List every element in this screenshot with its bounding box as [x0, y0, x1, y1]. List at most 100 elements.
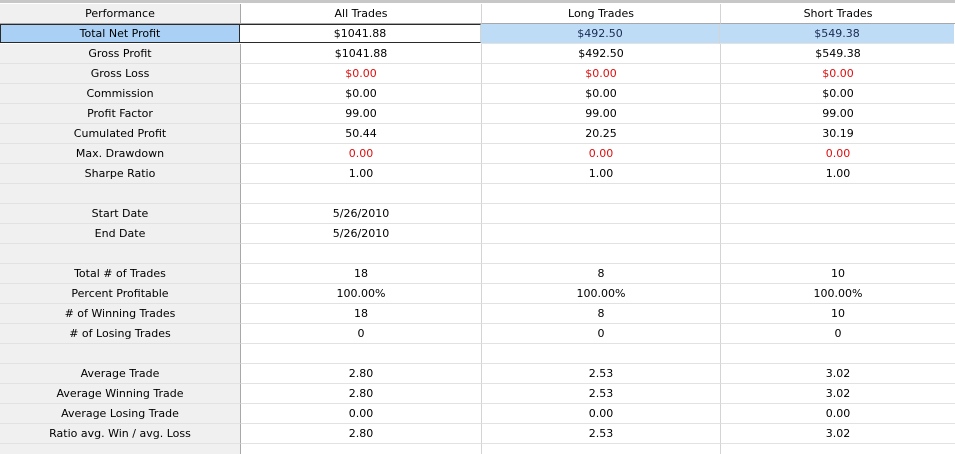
long-trades-cell[interactable]: 8	[482, 304, 721, 324]
row-label[interactable]: Percent Profitable	[0, 284, 241, 304]
all-trades-cell[interactable]: 18	[241, 264, 482, 284]
table-row[interactable]: Start Date 5/26/2010	[0, 204, 955, 224]
all-trades-cell[interactable]: $0.00	[241, 64, 482, 84]
all-trades-cell[interactable]: 5/26/2010	[241, 224, 482, 244]
table-row[interactable]: Sharpe Ratio 1.00 1.00 1.00	[0, 164, 955, 184]
short-trades-cell[interactable]: $549.38	[720, 24, 954, 44]
long-trades-cell[interactable]	[482, 184, 721, 204]
long-trades-cell[interactable]: 99.00	[482, 104, 721, 124]
short-trades-cell[interactable]: $549.38	[721, 44, 955, 64]
short-trades-cell[interactable]	[721, 344, 955, 364]
table-row[interactable]: Commission $0.00 $0.00 $0.00	[0, 84, 955, 104]
short-trades-cell[interactable]	[721, 204, 955, 224]
short-trades-cell[interactable]: 0.00	[721, 144, 955, 164]
all-trades-cell[interactable]: 2.80	[241, 424, 482, 444]
all-trades-cell[interactable]: 2.80	[241, 364, 482, 384]
row-label[interactable]: Gross Loss	[0, 64, 241, 84]
table-row[interactable]: Total Net Profit $1041.88 $492.50 $549.38	[0, 24, 955, 44]
all-trades-cell[interactable]	[241, 184, 482, 204]
all-trades-cell[interactable]: 2.80	[241, 384, 482, 404]
table-row[interactable]: Percent Profitable 100.00% 100.00% 100.00%	[0, 284, 955, 304]
short-trades-cell[interactable]: 99.00	[721, 104, 955, 124]
short-trades-cell[interactable]: 30.19	[721, 124, 955, 144]
table-row[interactable]: Cumulated Profit 50.44 20.25 30.19	[0, 124, 955, 144]
short-trades-cell[interactable]: 3.02	[721, 364, 955, 384]
short-trades-cell[interactable]: 0.00	[721, 404, 955, 424]
all-trades-cell[interactable]: 1.00	[241, 164, 482, 184]
all-trades-cell[interactable]	[241, 444, 482, 454]
column-header-short-trades[interactable]: Short Trades	[721, 4, 955, 24]
column-header-performance[interactable]: Performance	[0, 4, 241, 24]
row-label[interactable]	[0, 244, 241, 264]
short-trades-cell[interactable]: 1.00	[721, 164, 955, 184]
all-trades-cell[interactable]: $0.00	[241, 84, 482, 104]
long-trades-cell[interactable]: 2.53	[482, 364, 721, 384]
row-label[interactable]: Cumulated Profit	[0, 124, 241, 144]
short-trades-cell[interactable]: 0	[721, 324, 955, 344]
long-trades-cell[interactable]: $0.00	[482, 84, 721, 104]
row-label[interactable]: Ratio avg. Win / avg. Loss	[0, 424, 241, 444]
row-label[interactable]	[0, 184, 241, 204]
row-label[interactable]: Gross Profit	[0, 44, 241, 64]
row-label[interactable]: Average Winning Trade	[0, 384, 241, 404]
long-trades-cell[interactable]: 20.25	[482, 124, 721, 144]
table-row[interactable]: End Date 5/26/2010	[0, 224, 955, 244]
all-trades-cell[interactable]: 99.00	[241, 104, 482, 124]
short-trades-cell[interactable]: 100.00%	[721, 284, 955, 304]
row-label[interactable]: Total Net Profit	[0, 24, 240, 43]
all-trades-cell[interactable]: 100.00%	[241, 284, 482, 304]
all-trades-cell[interactable]: 0.00	[241, 404, 482, 424]
short-trades-cell[interactable]	[721, 444, 955, 454]
row-label[interactable]: Commission	[0, 84, 241, 104]
all-trades-cell[interactable]: 0.00	[241, 144, 482, 164]
short-trades-cell[interactable]: 3.02	[721, 424, 955, 444]
long-trades-cell[interactable]: 100.00%	[482, 284, 721, 304]
row-label[interactable]: Average Losing Trade	[0, 404, 241, 424]
row-label[interactable]: End Date	[0, 224, 241, 244]
row-label[interactable]: Profit Factor	[0, 104, 241, 124]
long-trades-cell[interactable]	[482, 444, 721, 454]
all-trades-cell[interactable]: 50.44	[241, 124, 482, 144]
short-trades-cell[interactable]: 10	[721, 304, 955, 324]
long-trades-cell[interactable]: 0.00	[482, 144, 721, 164]
row-label[interactable]: Sharpe Ratio	[0, 164, 241, 184]
long-trades-cell[interactable]	[482, 204, 721, 224]
table-row[interactable]: Gross Loss $0.00 $0.00 $0.00	[0, 64, 955, 84]
table-row[interactable]	[0, 444, 955, 454]
table-row[interactable]	[0, 184, 955, 204]
all-trades-cell[interactable]: 0	[241, 324, 482, 344]
table-row[interactable]: Average Losing Trade 0.00 0.00 0.00	[0, 404, 955, 424]
row-label[interactable]: Start Date	[0, 204, 241, 224]
column-header-long-trades[interactable]: Long Trades	[482, 4, 721, 24]
long-trades-cell[interactable]: $492.50	[481, 24, 720, 44]
row-label[interactable]: # of Losing Trades	[0, 324, 241, 344]
short-trades-cell[interactable]: 10	[721, 264, 955, 284]
row-label[interactable]: Max. Drawdown	[0, 144, 241, 164]
table-row[interactable]: Average Winning Trade 2.80 2.53 3.02	[0, 384, 955, 404]
column-header-all-trades[interactable]: All Trades	[241, 4, 482, 24]
table-row[interactable]	[0, 244, 955, 264]
table-row[interactable]: Gross Profit $1041.88 $492.50 $549.38	[0, 44, 955, 64]
long-trades-cell[interactable]: 2.53	[482, 384, 721, 404]
long-trades-cell[interactable]: 0	[482, 324, 721, 344]
short-trades-cell[interactable]	[721, 224, 955, 244]
short-trades-cell[interactable]	[721, 244, 955, 264]
all-trades-cell[interactable]: $1041.88	[240, 24, 481, 43]
table-row[interactable]: # of Winning Trades 18 8 10	[0, 304, 955, 324]
table-row[interactable]: Total # of Trades 18 8 10	[0, 264, 955, 284]
row-label[interactable]: # of Winning Trades	[0, 304, 241, 324]
short-trades-cell[interactable]	[721, 184, 955, 204]
table-row[interactable]	[0, 344, 955, 364]
table-row[interactable]: Profit Factor 99.00 99.00 99.00	[0, 104, 955, 124]
all-trades-cell[interactable]	[241, 344, 482, 364]
table-row[interactable]: Max. Drawdown 0.00 0.00 0.00	[0, 144, 955, 164]
all-trades-cell[interactable]	[241, 244, 482, 264]
row-label[interactable]	[0, 344, 241, 364]
row-label[interactable]: Total # of Trades	[0, 264, 241, 284]
table-row[interactable]: # of Losing Trades 0 0 0	[0, 324, 955, 344]
all-trades-cell[interactable]: 18	[241, 304, 482, 324]
all-trades-cell[interactable]: 5/26/2010	[241, 204, 482, 224]
long-trades-cell[interactable]: 0.00	[482, 404, 721, 424]
short-trades-cell[interactable]: $0.00	[721, 84, 955, 104]
long-trades-cell[interactable]: $0.00	[482, 64, 721, 84]
